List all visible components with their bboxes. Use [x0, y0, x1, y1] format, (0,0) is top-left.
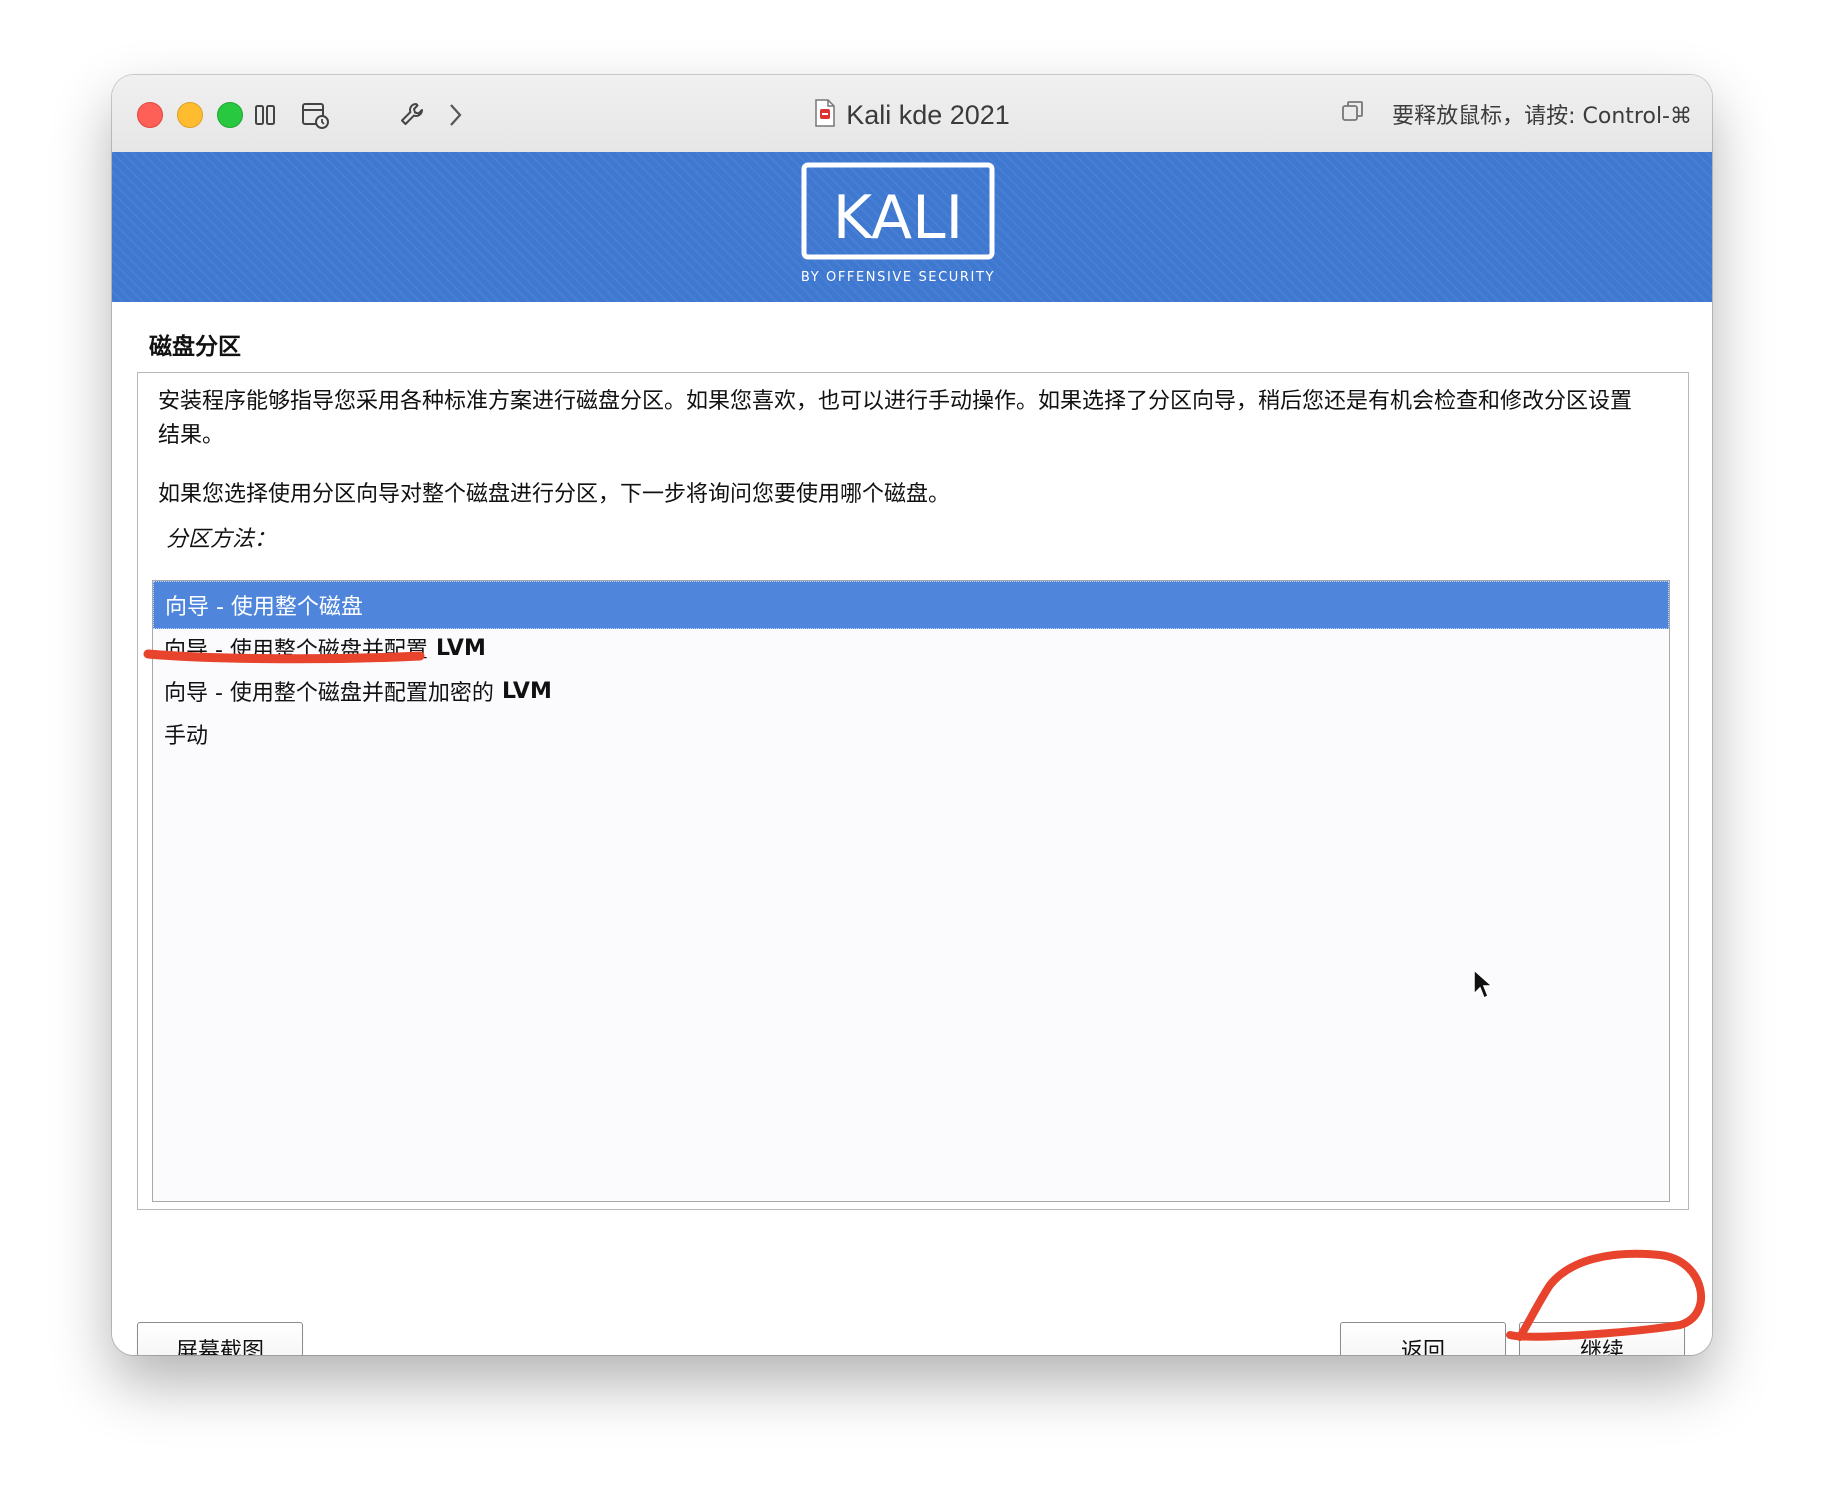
zoom-window-button[interactable]: [217, 102, 243, 128]
partition-panel: 安装程序能够指导您采用各种标准方案进行磁盘分区。如果您喜欢，也可以进行手动操作。…: [137, 372, 1689, 1210]
wrench-icon[interactable]: [395, 97, 431, 133]
release-hint-text: 要释放鼠标，请按: Control-⌘: [1392, 104, 1692, 129]
guide-note-text: 如果您选择使用分区向导对整个磁盘进行分区，下一步将询问您要使用哪个磁盘。: [158, 482, 951, 507]
list-item-manual[interactable]: 手动: [153, 710, 1669, 758]
back-button[interactable]: 返回: [1340, 1322, 1506, 1355]
chevron-right-icon[interactable]: [437, 97, 473, 133]
document-icon: [814, 99, 836, 131]
option-label: 向导 - 使用整个磁盘并配置: [164, 638, 428, 663]
continue-button[interactable]: 继续: [1519, 1322, 1685, 1355]
logo-subtext: BY OFFENSIVE SECURITY: [801, 270, 995, 285]
option-suffix: LVM: [435, 635, 486, 661]
copy-icon[interactable]: [1340, 98, 1366, 130]
description-text: 安装程序能够指导您采用各种标准方案进行磁盘分区。如果您喜欢，也可以进行手动操作。…: [158, 389, 1633, 448]
snapshot-icon[interactable]: [297, 97, 333, 133]
title-bar: Kali kde 2021 要释放鼠标，请按: Control-⌘: [112, 75, 1712, 153]
partition-method-list[interactable]: 向导 - 使用整个磁盘 向导 - 使用整个磁盘并配置 LVM 向导 - 使用整个磁…: [152, 580, 1670, 1202]
method-label: 分区方法：: [166, 527, 277, 552]
installer-content: 磁盘分区 安装程序能够指导您采用各种标准方案进行磁盘分区。如果您喜欢，也可以进行…: [112, 302, 1712, 1355]
kali-logo: KALI BY OFFENSIVE SECURITY: [801, 162, 995, 285]
list-item-guided-encrypted-lvm[interactable]: 向导 - 使用整个磁盘并配置加密的 LVM: [153, 667, 1669, 715]
vm-window: Kali kde 2021 要释放鼠标，请按: Control-⌘ KALI B…: [112, 75, 1712, 1355]
release-mouse-hint: 要释放鼠标，请按: Control-⌘: [1340, 97, 1692, 131]
option-suffix: LVM: [501, 678, 552, 704]
mouse-cursor-icon: [1473, 968, 1494, 1000]
option-label: 向导 - 使用整个磁盘: [165, 595, 363, 620]
logo-text: KALI: [833, 183, 963, 253]
page-title: 磁盘分区: [149, 334, 241, 360]
close-window-button[interactable]: [137, 102, 163, 128]
option-label: 手动: [164, 724, 209, 749]
list-item-guided-lvm[interactable]: 向导 - 使用整个磁盘并配置 LVM: [153, 624, 1669, 672]
option-label: 向导 - 使用整个磁盘并配置加密的: [164, 681, 494, 706]
screenshot-button[interactable]: 屏幕截图: [137, 1322, 303, 1355]
sidebar-toggle-icon[interactable]: [247, 97, 283, 133]
list-item-guided-entire-disk[interactable]: 向导 - 使用整个磁盘: [153, 581, 1669, 629]
window-title: Kali kde 2021: [846, 99, 1010, 130]
minimize-window-button[interactable]: [177, 102, 203, 128]
